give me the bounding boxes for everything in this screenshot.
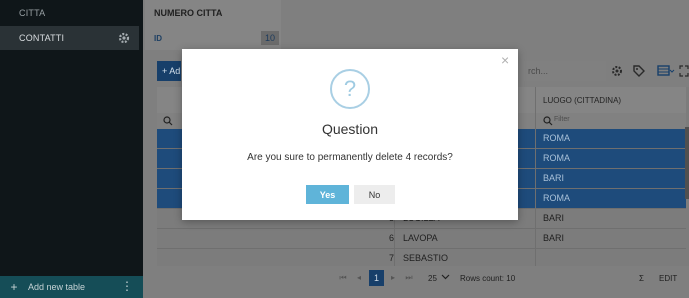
plus-icon: + <box>10 280 18 294</box>
edit-button[interactable]: EDIT <box>659 274 677 283</box>
app-window: CITTA CONTATTI + Add new table ⋮ NUMERO … <box>0 0 689 298</box>
search-icon <box>543 116 553 126</box>
close-icon[interactable]: × <box>501 52 513 68</box>
sidebar-item-label: CITTA <box>19 8 46 18</box>
last-page-icon[interactable]: ⏭ <box>402 270 416 285</box>
vertical-ellipsis-icon[interactable]: ⋮ <box>121 279 133 293</box>
dialog-message: Are you sure to permanently delete 4 rec… <box>247 152 453 163</box>
cell-name: LAVOPA <box>403 233 438 243</box>
panel-id-label: ID <box>154 34 162 43</box>
record-panel: NUMERO CITTA ID 10 <box>145 0 281 50</box>
page-size-select[interactable]: 25 <box>428 274 437 283</box>
cell-id: 6 <box>388 233 394 243</box>
search-input[interactable]: rch... <box>522 61 606 81</box>
chevron-down-icon[interactable] <box>441 272 450 283</box>
gear-icon[interactable] <box>117 31 131 45</box>
cell-id: 7 <box>388 253 394 263</box>
column-header-luogo[interactable]: LUOGO (CITTADINA) <box>543 96 621 105</box>
confirm-delete-dialog: × ? Question Are you sure to permanently… <box>182 49 518 220</box>
sidebar-item-contatti[interactable]: CONTATTI <box>0 26 139 50</box>
sidebar: CITTA CONTATTI + Add new table ⋮ <box>0 0 143 298</box>
table-row[interactable]: 6 LAVOPA BARI <box>157 229 686 249</box>
search-icon <box>163 116 173 126</box>
cell-luogo: BARI <box>543 213 565 223</box>
sigma-icon[interactable]: Σ <box>639 274 644 283</box>
rows-count: Rows count: 10 <box>460 274 516 283</box>
panel-id-value: 10 <box>261 31 279 45</box>
dialog-title: Question <box>321 121 379 137</box>
yes-button[interactable]: Yes <box>306 185 349 204</box>
cell-luogo: BARI <box>543 173 565 183</box>
panel-title: NUMERO CITTA <box>154 8 223 18</box>
next-page-icon[interactable]: ▸ <box>386 270 400 285</box>
column-divider <box>535 87 536 274</box>
add-new-table-label: Add new table <box>28 282 86 292</box>
cell-luogo: ROMA <box>543 193 570 203</box>
current-page-button[interactable]: 1 <box>369 270 384 286</box>
prev-page-icon[interactable]: ◂ <box>352 270 366 285</box>
filter-input[interactable]: Filter <box>554 116 570 123</box>
tag-icon[interactable] <box>632 64 646 78</box>
sidebar-item-label: CONTATTI <box>19 33 65 43</box>
cell-name: SEBASTIO <box>403 253 449 263</box>
add-new-table-button[interactable]: + Add new table ⋮ <box>0 276 143 298</box>
table-icon[interactable] <box>657 64 675 78</box>
cell-luogo: ROMA <box>543 133 570 143</box>
first-page-icon[interactable]: ⏮ <box>336 270 350 285</box>
expand-icon[interactable] <box>679 64 689 78</box>
question-icon: ? <box>330 69 370 109</box>
pagination-bar: ⏮ ◂ 1 ▸ ⏭ 25 Rows count: 10 Σ EDIT <box>143 266 689 289</box>
sidebar-item-citta[interactable]: CITTA <box>0 1 139 25</box>
gear-icon[interactable] <box>610 64 624 78</box>
no-button[interactable]: No <box>354 185 395 204</box>
add-record-button[interactable]: + Ad <box>157 61 181 81</box>
cell-luogo: BARI <box>543 233 565 243</box>
cell-luogo: ROMA <box>543 153 570 163</box>
vertical-scrollbar[interactable] <box>685 127 689 199</box>
